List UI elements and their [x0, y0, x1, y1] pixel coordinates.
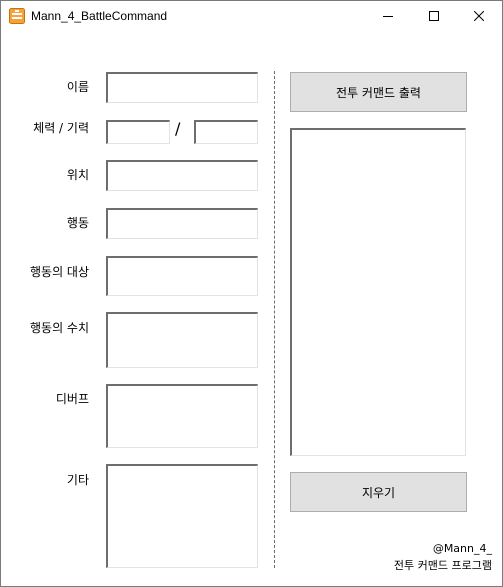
minimize-button[interactable]: [365, 1, 411, 31]
debuff-input[interactable]: [106, 384, 258, 448]
mp-input[interactable]: [194, 120, 258, 144]
hp-input[interactable]: [106, 120, 170, 144]
window-title: Mann_4_BattleCommand: [31, 9, 168, 23]
print-command-button[interactable]: 전투 커맨드 출력: [290, 72, 467, 112]
title-bar[interactable]: Mann_4_BattleCommand: [1, 1, 502, 31]
command-output[interactable]: [290, 128, 466, 456]
etc-input[interactable]: [106, 464, 258, 568]
maximize-icon: [429, 11, 439, 21]
maximize-button[interactable]: [411, 1, 457, 31]
action-target-label: 행동의 대상: [29, 265, 89, 279]
app-window: Mann_4_BattleCommand 이름 체력 / 기력 / 위치 행동 …: [0, 0, 503, 587]
action-input[interactable]: [106, 208, 258, 239]
minimize-icon: [383, 16, 393, 17]
hp-mp-separator: /: [175, 119, 181, 138]
name-input[interactable]: [106, 72, 258, 103]
debuff-label: 디버프: [55, 392, 89, 406]
vertical-divider: [274, 71, 275, 568]
name-label: 이름: [66, 80, 89, 94]
clear-button-label: 지우기: [361, 485, 396, 500]
print-command-button-label: 전투 커맨드 출력: [336, 85, 421, 100]
program-name: 전투 커맨드 프로그램: [393, 559, 492, 572]
clear-button[interactable]: 지우기: [290, 472, 467, 512]
close-button[interactable]: [456, 1, 502, 31]
action-value-label: 행동의 수치: [29, 321, 89, 335]
etc-label: 기타: [66, 473, 89, 487]
action-label: 행동: [66, 216, 89, 230]
action-target-input[interactable]: [106, 256, 258, 296]
position-input[interactable]: [106, 160, 258, 191]
app-icon: [9, 8, 25, 24]
position-label: 위치: [66, 168, 89, 182]
hp-mp-label: 체력 / 기력: [33, 121, 89, 135]
close-icon: [474, 11, 484, 21]
author-credit: @Mann_4_: [432, 542, 492, 555]
action-value-input[interactable]: [106, 312, 258, 368]
